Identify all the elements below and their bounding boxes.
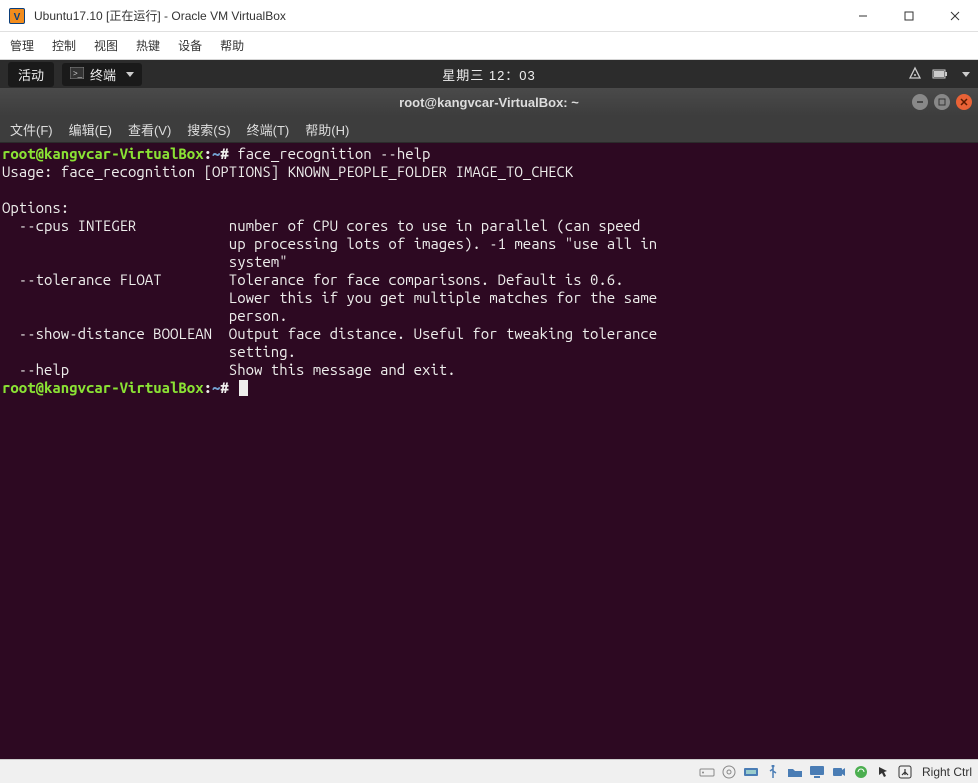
term-menu-search[interactable]: 搜索(S) [187, 120, 230, 139]
vbox-menu-help[interactable]: 帮助 [220, 37, 244, 54]
ubuntu-topbar: 活动 >_ 终端 星期三 12：03 [0, 60, 978, 88]
activities-button[interactable]: 活动 [8, 62, 54, 87]
output-line: system" [2, 253, 288, 270]
svg-text:>_: >_ [73, 69, 83, 78]
vbox-window-title: Ubuntu17.10 [正在运行] - Oracle VM VirtualBo… [34, 7, 840, 24]
terminal-window-controls [912, 94, 972, 110]
shared-folders-icon[interactable] [786, 763, 804, 781]
hdd-icon[interactable] [698, 763, 716, 781]
output-line: --help Show this message and exit. [2, 361, 456, 378]
term-menu-help[interactable]: 帮助(H) [305, 120, 349, 139]
terminal-menubar: 文件(F) 编辑(E) 查看(V) 搜索(S) 终端(T) 帮助(H) [0, 116, 978, 143]
optical-icon[interactable] [720, 763, 738, 781]
term-menu-edit[interactable]: 编辑(E) [69, 120, 112, 139]
vbox-menu-devices[interactable]: 设备 [178, 37, 202, 54]
host-key-label: Right Ctrl [922, 765, 972, 779]
prompt-user: root@kangvcar-VirtualBox [2, 145, 204, 162]
output-line: setting. [2, 343, 296, 360]
prompt-symbol: # [220, 379, 228, 396]
current-app-indicator[interactable]: >_ 终端 [62, 63, 142, 86]
virtualbox-icon: V [8, 7, 26, 25]
output-line: Lower this if you get multiple matches f… [2, 289, 657, 306]
vbox-statusbar: Right Ctrl [0, 759, 978, 783]
terminal-maximize-button[interactable] [934, 94, 950, 110]
terminal-close-button[interactable] [956, 94, 972, 110]
output-line: person. [2, 307, 288, 324]
vbox-menubar: 管理 控制 视图 热键 设备 帮助 [0, 32, 978, 60]
terminal-title: root@kangvcar-VirtualBox: ~ [399, 95, 579, 110]
output-line: --show-distance BOOLEAN Output face dist… [2, 325, 657, 342]
vbox-menu-input[interactable]: 热键 [136, 37, 160, 54]
vbox-window-controls [840, 0, 978, 31]
mouse-integration-icon[interactable] [874, 763, 892, 781]
cursor [239, 380, 248, 396]
display-icon[interactable] [808, 763, 826, 781]
maximize-button[interactable] [886, 0, 932, 32]
terminal-output-area[interactable]: root@kangvcar-VirtualBox:~# face_recogni… [0, 143, 978, 759]
chevron-down-icon [962, 72, 970, 77]
vbox-menu-view[interactable]: 视图 [94, 37, 118, 54]
prompt-colon: : [204, 145, 212, 162]
vbox-menu-manage[interactable]: 管理 [10, 37, 34, 54]
minimize-button[interactable] [840, 0, 886, 32]
network-icon [908, 66, 922, 83]
terminal-titlebar: root@kangvcar-VirtualBox: ~ [0, 88, 978, 116]
term-menu-view[interactable]: 查看(V) [128, 120, 171, 139]
output-line: --cpus INTEGER number of CPU cores to us… [2, 217, 640, 234]
svg-text:V: V [14, 12, 21, 23]
output-line: up processing lots of images). -1 means … [2, 235, 657, 252]
terminal-minimize-button[interactable] [912, 94, 928, 110]
guest-additions-icon[interactable] [852, 763, 870, 781]
prompt-user: root@kangvcar-VirtualBox [2, 379, 204, 396]
vbox-titlebar: V Ubuntu17.10 [正在运行] - Oracle VM Virtual… [0, 0, 978, 32]
chevron-down-icon [126, 72, 134, 77]
terminal-tray-icon: >_ [70, 67, 84, 82]
network-adapter-icon[interactable] [742, 763, 760, 781]
recording-icon[interactable] [830, 763, 848, 781]
system-tray[interactable] [908, 66, 970, 83]
current-app-label: 终端 [90, 65, 116, 84]
prompt-colon: : [204, 379, 212, 396]
entered-command: face_recognition --help [237, 145, 430, 162]
clock[interactable]: 星期三 12：03 [442, 65, 536, 84]
host-key-icon[interactable] [896, 763, 914, 781]
vbox-menu-machine[interactable]: 控制 [52, 37, 76, 54]
output-line: --tolerance FLOAT Tolerance for face com… [2, 271, 624, 288]
prompt-symbol: # [220, 145, 228, 162]
usb-icon[interactable] [764, 763, 782, 781]
term-menu-file[interactable]: 文件(F) [10, 120, 53, 139]
close-button[interactable] [932, 0, 978, 32]
output-line: Usage: face_recognition [OPTIONS] KNOWN_… [2, 163, 573, 180]
output-line: Options: [2, 199, 69, 216]
term-menu-terminal[interactable]: 终端(T) [247, 120, 290, 139]
battery-icon [932, 67, 948, 82]
